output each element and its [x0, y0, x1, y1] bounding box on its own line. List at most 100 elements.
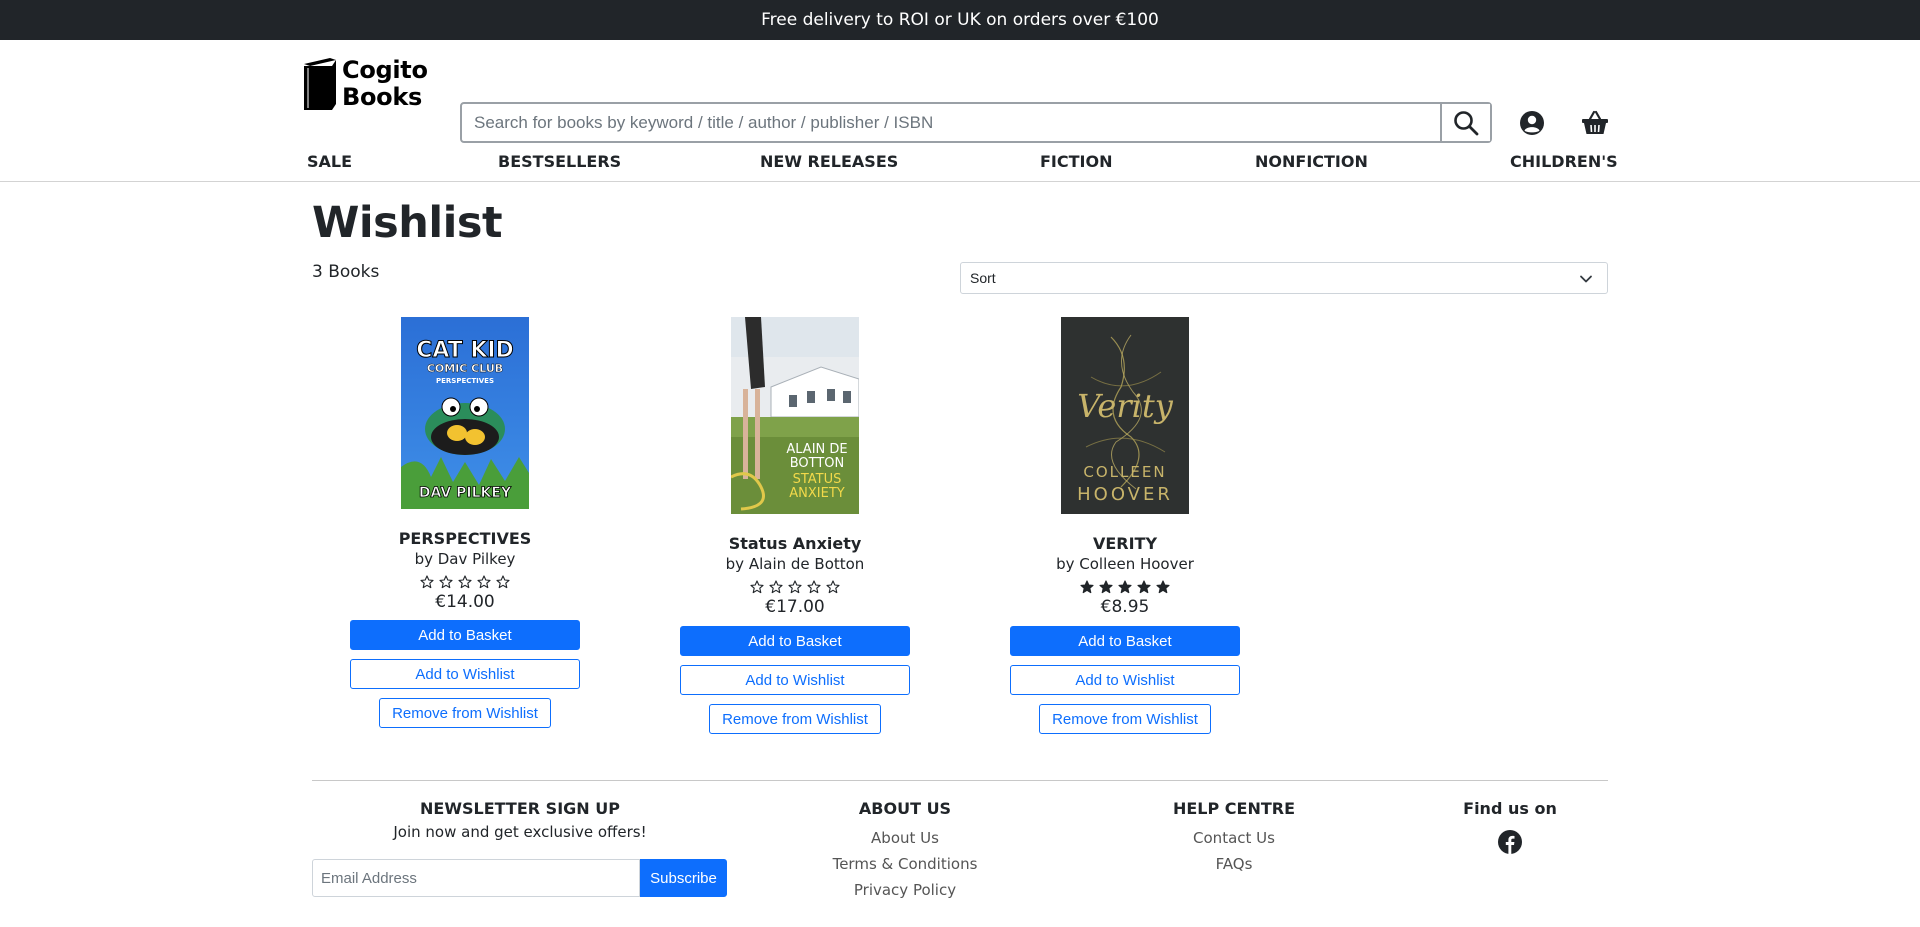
site-logo[interactable]: Cogito Books	[300, 54, 430, 114]
star-rating	[1009, 580, 1241, 594]
book-title[interactable]: VERITY	[1009, 534, 1241, 553]
footer-divider	[312, 780, 1608, 781]
book-title[interactable]: PERSPECTIVES	[349, 529, 581, 548]
book-author: by Colleen Hoover	[1056, 555, 1194, 573]
cover-title: CAT KID	[416, 338, 514, 363]
cover-image: CAT KID COMIC CLUB PERSPECTIVES DAV PILK…	[401, 317, 529, 509]
cover-subtitle: COMIC CLUB	[427, 362, 503, 375]
add-to-basket-button[interactable]: Add to Basket	[680, 626, 910, 656]
star-filled-icon	[1099, 580, 1113, 594]
page-title: Wishlist	[312, 198, 503, 248]
chevron-down-icon	[1580, 275, 1592, 283]
add-to-basket-button[interactable]: Add to Basket	[1010, 626, 1240, 656]
book-title[interactable]: Status Anxiety	[679, 534, 911, 553]
social-section: Find us on	[1410, 799, 1610, 858]
book-cover[interactable]: CAT KID COMIC CLUB PERSPECTIVES DAV PILK…	[401, 317, 529, 509]
nav-fiction[interactable]: FICTION	[1040, 143, 1112, 181]
book-author: by Alain de Botton	[725, 555, 865, 573]
site-header: Cogito Books SALE BESTSELLERS NEW RELEAS…	[0, 40, 1920, 182]
book-card: ALAIN DE BOTTON STATUS ANXIETY Status An…	[679, 317, 911, 734]
star-empty-icon	[750, 580, 764, 594]
star-filled-icon	[1137, 580, 1151, 594]
footer-link-terms[interactable]: Terms & Conditions	[805, 855, 1005, 873]
sort-select[interactable]: Sort	[960, 262, 1608, 294]
remove-from-wishlist-button[interactable]: Remove from Wishlist	[379, 698, 551, 728]
main-nav: SALE BESTSELLERS NEW RELEASES FICTION NO…	[0, 143, 1920, 181]
newsletter-form: Subscribe	[312, 859, 727, 897]
remove-from-wishlist-button[interactable]: Remove from Wishlist	[709, 704, 881, 734]
search-icon	[1454, 110, 1479, 135]
book-cover[interactable]: ALAIN DE BOTTON STATUS ANXIETY	[731, 317, 859, 514]
cover-title-line2: ANXIETY	[789, 486, 845, 501]
cover-title-line1: STATUS	[793, 472, 842, 487]
footer-link-faqs[interactable]: FAQs	[1134, 855, 1334, 873]
book-cover[interactable]: Verity COLLEEN HOOVER	[1061, 317, 1189, 514]
newsletter-subtext: Join now and get exclusive offers!	[393, 823, 647, 841]
promo-bar: Free delivery to ROI or UK on orders ove…	[0, 0, 1920, 40]
nav-childrens[interactable]: CHILDREN'S	[1510, 143, 1618, 181]
star-empty-icon	[496, 575, 510, 589]
cover-author-last: HOOVER	[1077, 484, 1173, 505]
help-section: HELP CENTRE Contact Us FAQs	[1134, 799, 1334, 873]
about-section: ABOUT US About Us Terms & Conditions Pri…	[805, 799, 1005, 899]
newsletter-section: NEWSLETTER SIGN UP Join now and get excl…	[312, 799, 728, 841]
cover-title: Verity	[1077, 387, 1174, 425]
nav-bestsellers[interactable]: BESTSELLERS	[498, 143, 621, 181]
cover-author-line2: BOTTON	[790, 456, 845, 471]
add-to-basket-button[interactable]: Add to Basket	[350, 620, 580, 650]
book-card: Verity COLLEEN HOOVER VERITY by Colleen …	[1009, 317, 1241, 734]
book-card: CAT KID COMIC CLUB PERSPECTIVES DAV PILK…	[349, 317, 581, 728]
about-heading: ABOUT US	[858, 799, 952, 818]
add-to-wishlist-button[interactable]: Add to Wishlist	[350, 659, 580, 689]
star-rating	[679, 580, 911, 594]
book-price: €14.00	[435, 592, 495, 612]
book-count: 3 Books	[312, 262, 380, 282]
facebook-icon[interactable]	[1498, 830, 1522, 854]
footer-link-about[interactable]: About Us	[805, 829, 1005, 847]
star-empty-icon	[788, 580, 802, 594]
nav-nonfiction[interactable]: NONFICTION	[1255, 143, 1368, 181]
search-input[interactable]	[462, 104, 1440, 141]
logo-line2: Books	[342, 83, 423, 111]
wishlist-page: Wishlist 3 Books Sort CAT KID COMIC CLUB…	[0, 182, 1920, 782]
email-field[interactable]	[312, 859, 640, 897]
nav-sale[interactable]: SALE	[307, 143, 352, 181]
star-empty-icon	[439, 575, 453, 589]
cover-author-line1: ALAIN DE	[786, 442, 847, 457]
add-to-wishlist-button[interactable]: Add to Wishlist	[1010, 665, 1240, 695]
cover-author-first: COLLEEN	[1083, 463, 1166, 481]
book-price: €17.00	[765, 597, 825, 617]
star-rating	[349, 575, 581, 589]
search-bar	[460, 102, 1492, 143]
logo-line1: Cogito	[342, 56, 428, 84]
footer-link-privacy[interactable]: Privacy Policy	[805, 881, 1005, 899]
add-to-wishlist-button[interactable]: Add to Wishlist	[680, 665, 910, 695]
site-footer: NEWSLETTER SIGN UP Join now and get excl…	[0, 780, 1920, 927]
star-filled-icon	[1118, 580, 1132, 594]
nav-new-releases[interactable]: NEW RELEASES	[760, 143, 898, 181]
star-empty-icon	[807, 580, 821, 594]
account-icon[interactable]	[1519, 110, 1545, 136]
social-heading: Find us on	[1463, 799, 1557, 818]
cover-author: DAV PILKEY	[419, 485, 512, 501]
star-empty-icon	[458, 575, 472, 589]
star-empty-icon	[826, 580, 840, 594]
book-logo-icon	[304, 58, 336, 110]
star-empty-icon	[769, 580, 783, 594]
search-button[interactable]	[1440, 104, 1490, 141]
footer-link-contact[interactable]: Contact Us	[1134, 829, 1334, 847]
basket-icon[interactable]	[1581, 110, 1609, 136]
star-empty-icon	[477, 575, 491, 589]
remove-from-wishlist-button[interactable]: Remove from Wishlist	[1039, 704, 1211, 734]
star-filled-icon	[1156, 580, 1170, 594]
newsletter-heading: NEWSLETTER SIGN UP	[420, 799, 620, 818]
help-heading: HELP CENTRE	[1172, 799, 1296, 818]
star-filled-icon	[1080, 580, 1094, 594]
book-price: €8.95	[1100, 597, 1150, 617]
sort-label: Sort	[970, 270, 996, 286]
book-author: by Dav Pilkey	[414, 550, 516, 568]
promo-text: Free delivery to ROI or UK on orders ove…	[761, 10, 1159, 30]
star-empty-icon	[420, 575, 434, 589]
cover-series: PERSPECTIVES	[436, 377, 494, 385]
subscribe-button[interactable]: Subscribe	[640, 859, 727, 897]
